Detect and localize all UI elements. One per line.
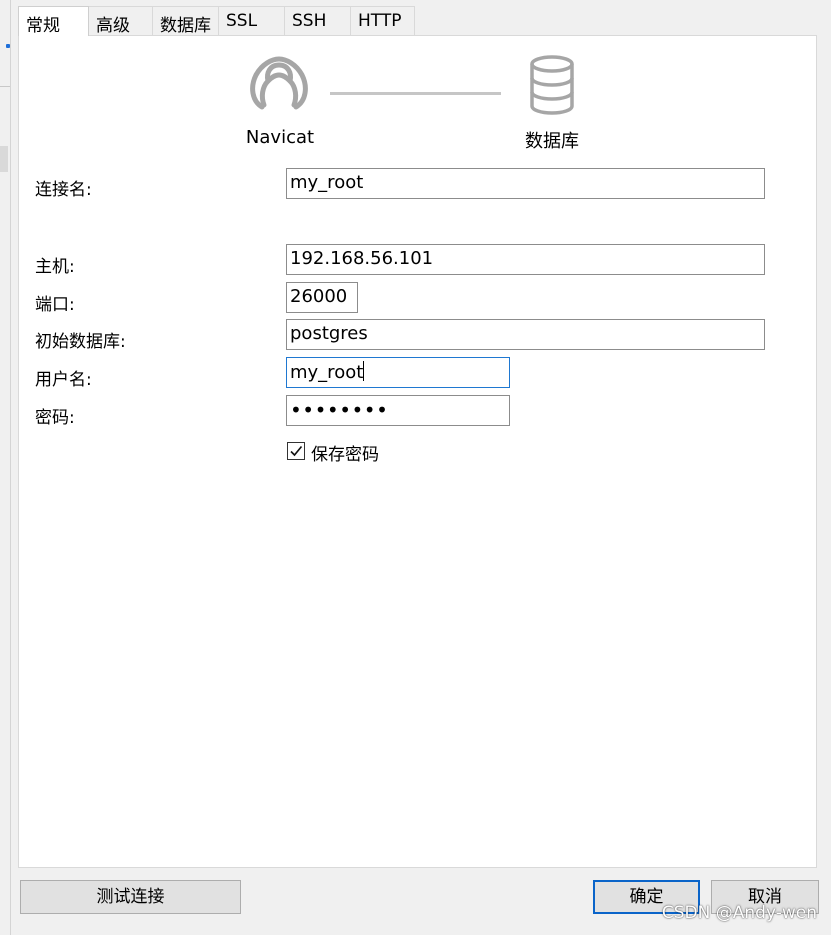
general-tab-panel bbox=[18, 35, 817, 868]
password-input[interactable]: •••••••• bbox=[286, 395, 510, 426]
host-label: 主机: bbox=[35, 257, 75, 277]
background-window-marker bbox=[6, 44, 10, 48]
username-input[interactable]: my_root bbox=[286, 357, 510, 388]
connection-name-input[interactable]: my_root bbox=[286, 168, 765, 199]
text-caret bbox=[363, 361, 365, 381]
watermark: CSDN @Andy-wen bbox=[661, 903, 817, 923]
port-value: 26000 bbox=[290, 286, 348, 307]
username-value: my_root bbox=[290, 362, 364, 383]
save-password-label[interactable]: 保存密码 bbox=[311, 440, 379, 465]
username-label: 用户名: bbox=[35, 370, 92, 390]
test-connection-button[interactable]: 测试连接 bbox=[20, 880, 241, 914]
tab-database[interactable]: 数据库 bbox=[152, 6, 219, 36]
tab-http[interactable]: HTTP bbox=[350, 6, 415, 35]
initial-database-input[interactable]: postgres bbox=[286, 319, 765, 350]
tab-ssl[interactable]: SSL bbox=[218, 6, 285, 35]
checkmark-icon bbox=[290, 445, 303, 457]
tab-ssh[interactable]: SSH bbox=[284, 6, 351, 35]
tab-advanced[interactable]: 高级 bbox=[88, 6, 153, 36]
connection-name-label: 连接名: bbox=[35, 180, 92, 200]
database-label: 数据库 bbox=[525, 131, 579, 152]
password-label: 密码: bbox=[35, 408, 75, 428]
connection-line bbox=[330, 92, 501, 95]
port-label: 端口: bbox=[35, 295, 75, 315]
password-value: •••••••• bbox=[290, 398, 389, 422]
background-window-divider bbox=[0, 86, 10, 87]
port-input[interactable]: 26000 bbox=[286, 282, 358, 313]
initial-database-value: postgres bbox=[290, 323, 368, 344]
host-value: 192.168.56.101 bbox=[290, 248, 434, 269]
background-window-edge bbox=[0, 0, 11, 935]
initial-database-label: 初始数据库: bbox=[35, 332, 126, 352]
database-icon bbox=[528, 55, 576, 115]
tab-general[interactable]: 常规 bbox=[18, 6, 89, 36]
save-password-checkbox[interactable] bbox=[287, 442, 305, 460]
navicat-label: Navicat bbox=[245, 127, 315, 148]
background-window-selection bbox=[0, 146, 8, 172]
connection-name-value: my_root bbox=[290, 172, 364, 193]
navicat-logo-icon bbox=[248, 55, 310, 115]
host-input[interactable]: 192.168.56.101 bbox=[286, 244, 765, 275]
